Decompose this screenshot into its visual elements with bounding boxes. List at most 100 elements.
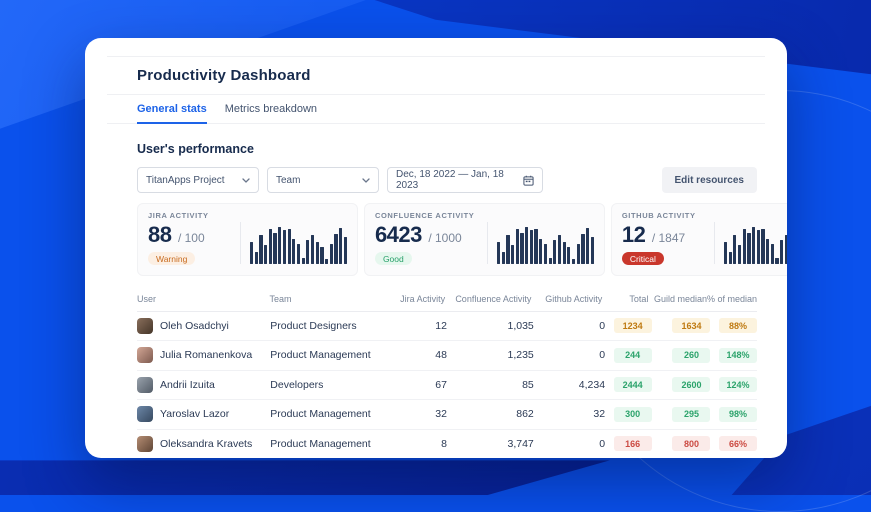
chart-bar: [563, 242, 566, 264]
team-cell: Developers: [270, 379, 391, 391]
column-header-github[interactable]: Github Activity: [531, 294, 602, 304]
guild-median-badge: 295: [672, 407, 710, 422]
chart-bar: [502, 252, 505, 264]
jira-activity-cell: 48: [391, 349, 447, 361]
github-activity-cell: 4,234: [534, 379, 605, 391]
chart-bar: [780, 240, 783, 264]
chart-bar: [752, 227, 755, 264]
chart-bar: [544, 244, 547, 264]
table-row[interactable]: Yaroslav Lazor Product Management 32 862…: [137, 400, 757, 430]
chart-bar: [553, 240, 556, 264]
stat-card-jira: JIRA ACTIVITY 88 / 100 Warning: [137, 203, 358, 276]
chart-bar: [511, 245, 514, 264]
chart-bar: [273, 233, 276, 264]
column-header-guild-median[interactable]: Guild median: [648, 294, 707, 304]
confluence-activity-cell: 862: [447, 408, 534, 420]
chart-bar: [577, 244, 580, 264]
edit-resources-button[interactable]: Edit resources: [662, 167, 757, 193]
avatar: [137, 318, 153, 334]
chart-bar: [250, 242, 253, 264]
user-name: Yaroslav Lazor: [160, 408, 229, 420]
chart-bar: [311, 235, 314, 264]
chart-bar: [591, 237, 594, 264]
total-badge: 1234: [614, 318, 652, 333]
chart-bar: [572, 259, 575, 264]
tab-bar: General stats Metrics breakdown: [107, 95, 765, 124]
confluence-activity-cell: 3,747: [447, 438, 534, 450]
activity-mini-chart: [487, 222, 594, 264]
team-select[interactable]: Team: [267, 167, 379, 193]
team-cell: Product Management: [270, 349, 391, 361]
chart-bar: [586, 228, 589, 264]
chart-bar: [775, 258, 778, 264]
chart-bar: [264, 245, 267, 264]
tab-metrics-breakdown[interactable]: Metrics breakdown: [225, 95, 317, 124]
stat-card-label: JIRA ACTIVITY: [148, 211, 347, 220]
pct-median-badge: 98%: [719, 407, 757, 422]
stat-value: 88: [148, 222, 171, 247]
chart-bar: [558, 235, 561, 264]
pct-median-badge: 124%: [719, 377, 757, 392]
table-row[interactable]: Oleh Osadchyi Product Designers 12 1,035…: [137, 312, 757, 342]
chart-bar: [330, 244, 333, 264]
chart-bar: [549, 258, 552, 264]
confluence-activity-cell: 1,235: [447, 349, 534, 361]
github-activity-cell: 0: [534, 349, 605, 361]
pct-median-badge: 88%: [719, 318, 757, 333]
stat-cards-row: JIRA ACTIVITY 88 / 100 Warning CONFLUENC…: [137, 203, 757, 276]
chart-bar: [757, 230, 760, 264]
chart-bar: [743, 229, 746, 264]
team-cell: Product Management: [270, 438, 391, 450]
avatar: [137, 377, 153, 393]
stat-target: / 1000: [428, 231, 461, 245]
avatar: [137, 436, 153, 452]
column-header-user[interactable]: User: [137, 294, 269, 304]
team-select-value: Team: [276, 175, 300, 186]
total-badge: 166: [614, 436, 652, 451]
pct-median-badge: 66%: [719, 436, 757, 451]
avatar: [137, 347, 153, 363]
chart-bar: [525, 227, 528, 264]
total-badge: 2444: [614, 377, 652, 392]
chart-bar: [534, 229, 537, 264]
chart-bar: [530, 230, 533, 264]
guild-median-badge: 2600: [672, 377, 710, 392]
column-header-team[interactable]: Team: [269, 294, 389, 304]
chart-bar: [516, 229, 519, 264]
github-activity-cell: 32: [534, 408, 605, 420]
project-select[interactable]: TitanApps Project: [137, 167, 259, 193]
stat-card-confluence: CONFLUENCE ACTIVITY 6423 / 1000 Good: [364, 203, 605, 276]
column-header-jira[interactable]: Jira Activity: [390, 294, 445, 304]
status-badge: Critical: [622, 252, 664, 265]
table-row[interactable]: Oleksandra Kravets Product Management 8 …: [137, 430, 757, 459]
github-activity-cell: 0: [534, 438, 605, 450]
guild-median-badge: 260: [672, 348, 710, 363]
column-header-confluence[interactable]: Confluence Activity: [445, 294, 531, 304]
total-badge: 244: [614, 348, 652, 363]
users-table: User Team Jira Activity Confluence Activ…: [137, 289, 757, 459]
date-range-picker[interactable]: Dec, 18 2022 — Jan, 18 2023: [387, 167, 543, 193]
column-header-pct-median[interactable]: % of median: [707, 294, 757, 304]
stat-value: 6423: [375, 222, 422, 247]
tab-general-stats[interactable]: General stats: [137, 95, 207, 124]
chart-bar: [339, 228, 342, 264]
jira-activity-cell: 32: [391, 408, 447, 420]
chart-bar: [539, 239, 542, 264]
stat-target: / 1847: [652, 231, 685, 245]
table-row[interactable]: Julia Romanenkova Product Management 48 …: [137, 341, 757, 371]
chart-bar: [288, 229, 291, 264]
section-title: User's performance: [137, 142, 757, 156]
chart-bar: [567, 247, 570, 264]
chart-bar: [724, 242, 727, 264]
chart-bar: [283, 230, 286, 264]
chart-bar: [506, 235, 509, 264]
team-cell: Product Designers: [270, 320, 391, 332]
table-header: User Team Jira Activity Confluence Activ…: [137, 289, 757, 312]
user-name: Oleh Osadchyi: [160, 320, 229, 332]
project-select-value: TitanApps Project: [146, 175, 225, 186]
jira-activity-cell: 12: [391, 320, 447, 332]
chart-bar: [747, 233, 750, 264]
table-row[interactable]: Andrii Izuita Developers 67 85 4,234 244…: [137, 371, 757, 401]
column-header-total[interactable]: Total: [602, 294, 648, 304]
chart-bar: [320, 247, 323, 264]
